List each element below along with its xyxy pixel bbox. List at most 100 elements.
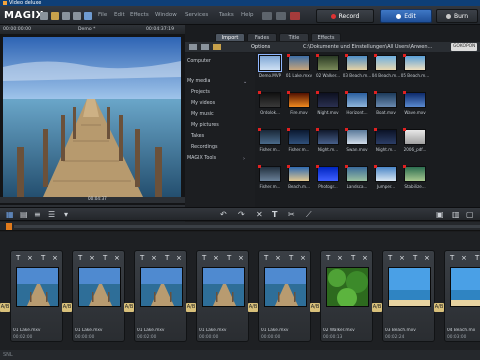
media-thumbnail[interactable] <box>288 166 310 182</box>
web-icon[interactable] <box>84 12 92 20</box>
settings-icon[interactable]: ▥ <box>452 211 460 219</box>
media-thumbnail[interactable] <box>375 55 397 71</box>
transition-button[interactable]: A/B <box>372 303 382 312</box>
media-thumbnail[interactable] <box>404 166 426 182</box>
clip-text-icon[interactable]: T <box>103 254 107 262</box>
list-mode-icon[interactable]: ☰ <box>48 211 55 219</box>
video-preview[interactable] <box>3 37 181 197</box>
clip-transition-icon[interactable]: ⨯ <box>176 254 182 262</box>
clip-transition-icon[interactable]: ⨯ <box>424 254 430 262</box>
storyboard-clip[interactable]: T⨯T⨯04 Beach.mx00:03:00 <box>444 250 480 342</box>
storyboard-clip[interactable]: T ⨯ T ⨯ 01 Lake.mxv 00:00:00 <box>258 250 311 342</box>
folder-icon[interactable] <box>213 44 221 50</box>
clip-fx-icon[interactable]: ⨯ <box>399 254 405 262</box>
tree-my-pictures[interactable]: My pictures <box>191 123 219 128</box>
clip-fx-icon[interactable]: ⨯ <box>213 254 219 262</box>
new-icon[interactable] <box>40 12 48 20</box>
transition-button[interactable]: A/B <box>124 303 134 312</box>
menu-services[interactable]: Services <box>185 12 208 18</box>
tree-takes[interactable]: Takes <box>191 134 204 139</box>
undo-icon[interactable] <box>73 12 81 20</box>
clip-transition-icon[interactable]: ⨯ <box>238 254 244 262</box>
menu-help[interactable]: Help <box>241 12 254 18</box>
redo-arrow-icon[interactable]: ↷ <box>238 211 245 219</box>
clip-transition-icon[interactable]: ⨯ <box>362 254 368 262</box>
clip-transition-icon[interactable]: ⨯ <box>52 254 58 262</box>
clip-fx-icon[interactable]: ⨯ <box>27 254 33 262</box>
storyboard-clip[interactable]: T ⨯ T ⨯ 02 Walker.mxv 00:00:13 <box>320 250 373 342</box>
media-thumbnail[interactable] <box>404 55 426 71</box>
menu-tasks[interactable]: Tasks <box>219 12 234 18</box>
media-thumbnail[interactable] <box>258 54 282 72</box>
close-icon[interactable] <box>290 12 300 20</box>
burn-mode-button[interactable]: Burn <box>436 9 478 23</box>
title-icon[interactable]: T <box>272 211 277 219</box>
media-thumbnail[interactable] <box>259 166 281 182</box>
clip-text-icon[interactable]: T <box>413 254 417 262</box>
camera-icon[interactable]: ▣ <box>436 211 444 219</box>
undo-arrow-icon[interactable]: ↶ <box>220 211 227 219</box>
open-folder-icon[interactable] <box>51 12 59 20</box>
clip-fx-icon[interactable]: ⨯ <box>337 254 343 262</box>
media-thumbnail[interactable] <box>259 92 281 108</box>
tab-import[interactable]: Import <box>215 33 245 41</box>
clip-fx-icon[interactable]: ⨯ <box>89 254 95 262</box>
tree-magix-tools[interactable]: MAGIX Tools <box>187 156 216 161</box>
clip-text-icon[interactable]: T <box>289 254 293 262</box>
tab-effects[interactable]: Effects <box>311 33 341 41</box>
clip-title-icon[interactable]: T <box>450 254 454 262</box>
tree-projects[interactable]: Projects <box>191 90 210 95</box>
clip-fx-icon[interactable]: ⨯ <box>151 254 157 262</box>
storyboard-clip[interactable]: T ⨯ T ⨯ 01 Lake.mxv 00:00:00 <box>72 250 125 342</box>
media-thumbnail[interactable] <box>317 55 339 71</box>
clip-text-icon[interactable]: T <box>165 254 169 262</box>
storyboard-clip[interactable]: T ⨯ T ⨯ 01 Lake.mxv 00:02:00 <box>134 250 187 342</box>
media-thumbnail[interactable] <box>404 92 426 108</box>
playhead-marker[interactable] <box>6 223 12 230</box>
clip-title-icon[interactable]: T <box>202 254 206 262</box>
media-thumbnail[interactable] <box>259 129 281 145</box>
menu-file[interactable]: File <box>98 12 107 18</box>
media-thumbnail[interactable] <box>375 166 397 182</box>
transition-button[interactable]: A/B <box>434 303 444 312</box>
media-thumbnail[interactable] <box>375 92 397 108</box>
media-thumbnail[interactable] <box>375 129 397 145</box>
tree-my-media[interactable]: My media <box>187 79 210 84</box>
clip-text-icon[interactable]: T <box>41 254 45 262</box>
tab-title[interactable]: Title <box>279 33 309 41</box>
media-thumbnail[interactable] <box>346 166 368 182</box>
clip-text-icon[interactable]: T <box>475 254 479 262</box>
clip-title-icon[interactable]: T <box>140 254 144 262</box>
scene-overview-icon[interactable]: ▤ <box>20 211 28 219</box>
media-thumbnail[interactable] <box>346 92 368 108</box>
media-thumbnail[interactable] <box>404 129 426 145</box>
clip-title-icon[interactable]: T <box>78 254 82 262</box>
clip-title-icon[interactable]: T <box>264 254 268 262</box>
clip-transition-icon[interactable]: ⨯ <box>114 254 120 262</box>
transition-button[interactable]: A/B <box>62 303 72 312</box>
clip-transition-icon[interactable]: ⨯ <box>300 254 306 262</box>
media-thumbnail[interactable] <box>288 92 310 108</box>
menu-edit[interactable]: Edit <box>114 12 125 18</box>
tree-computer[interactable]: Computer <box>187 59 211 64</box>
maximize-icon[interactable] <box>276 12 286 20</box>
back-icon[interactable] <box>189 44 197 50</box>
cut-icon[interactable]: ✂ <box>288 211 295 219</box>
clip-text-icon[interactable]: T <box>351 254 355 262</box>
clip-fx-icon[interactable]: ⨯ <box>461 254 467 262</box>
clip-title-icon[interactable]: T <box>16 254 20 262</box>
media-thumbnail[interactable] <box>346 129 368 145</box>
timeline-ruler[interactable] <box>0 222 480 231</box>
media-thumbnail[interactable] <box>317 166 339 182</box>
minimize-icon[interactable] <box>262 12 272 20</box>
menu-effects[interactable]: Effects <box>130 12 149 18</box>
media-thumbnail[interactable] <box>317 129 339 145</box>
storyboard-clip[interactable]: T ⨯ T ⨯ 01 Lake.mxv 00:02:00 <box>10 250 63 342</box>
media-thumbnail[interactable] <box>346 55 368 71</box>
monitor-position-bar[interactable]: 00:04:37 <box>0 196 185 203</box>
effects-icon[interactable]: ⟋ <box>306 211 312 219</box>
clip-text-icon[interactable]: T <box>227 254 231 262</box>
transition-button[interactable]: A/B <box>186 303 196 312</box>
forward-nav-icon[interactable] <box>201 44 209 50</box>
tab-fades[interactable]: Fades <box>247 33 277 41</box>
